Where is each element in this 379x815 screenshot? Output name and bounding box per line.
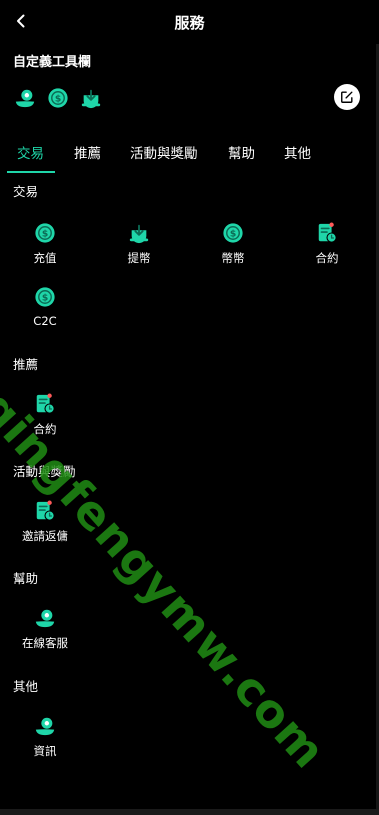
service-item-contract[interactable]: 合約 [287,222,367,266]
contract-icon [34,393,56,415]
custom-toolbar-label: 自定義工具欄 [13,55,92,70]
service-item-invite-rebate[interactable]: 邀請返傭 [5,500,85,544]
headset-icon[interactable] [14,87,36,109]
download-icon [128,222,150,244]
headset-icon [34,715,56,737]
edit-icon [341,91,353,103]
contract-icon [34,500,56,522]
coin-icon [222,222,244,244]
active-tab-indicator [7,171,55,173]
coin-icon [34,286,56,308]
service-item-c2c[interactable]: C2C [5,286,85,328]
contract-icon [316,222,338,244]
category-tabs: 交易 推薦 活動與獎勵 幫助 其他 [0,140,379,176]
service-item-label: 合約 [315,251,339,265]
bottom-bar [0,809,379,815]
service-item-label: 邀請返傭 [22,529,68,543]
service-item-label: 合約 [33,422,57,436]
coin-icon[interactable] [47,87,69,109]
service-item-label: C2C [33,314,57,328]
section-title-trade: 交易 [13,184,39,199]
service-item-label: 在線客服 [22,636,68,650]
page-title: 服務 [174,14,205,32]
service-item-label: 幣幣 [221,251,245,265]
service-item-label: 資訊 [33,744,57,758]
tab-rewards[interactable]: 活動與獎勵 [130,142,198,162]
service-item-withdraw[interactable]: 提幣 [99,222,179,266]
section-title-referral: 推薦 [13,357,39,372]
tab-referral[interactable]: 推薦 [74,142,101,162]
service-item-referral-contract[interactable]: 合約 [5,393,85,437]
service-item-online-support[interactable]: 在線客服 [5,607,85,651]
section-title-help: 幫助 [13,571,39,586]
tab-help[interactable]: 幫助 [228,142,255,162]
section-title-other: 其他 [13,679,39,694]
section-title-rewards: 活動與獎勵 [13,464,76,479]
service-item-spot[interactable]: 幣幣 [193,222,273,266]
top-bar: 服務 [0,0,379,44]
service-item-deposit[interactable]: 充值 [5,222,85,266]
custom-toolbar [14,87,102,109]
service-item-label: 提幣 [127,251,151,265]
service-item-news[interactable]: 資訊 [5,715,85,759]
coin-icon [34,222,56,244]
tab-other[interactable]: 其他 [284,142,311,162]
download-icon[interactable] [80,87,102,109]
edit-toolbar-button[interactable] [334,84,360,110]
tab-trade[interactable]: 交易 [17,142,44,162]
headset-icon [34,607,56,629]
service-item-label: 充值 [33,251,57,265]
